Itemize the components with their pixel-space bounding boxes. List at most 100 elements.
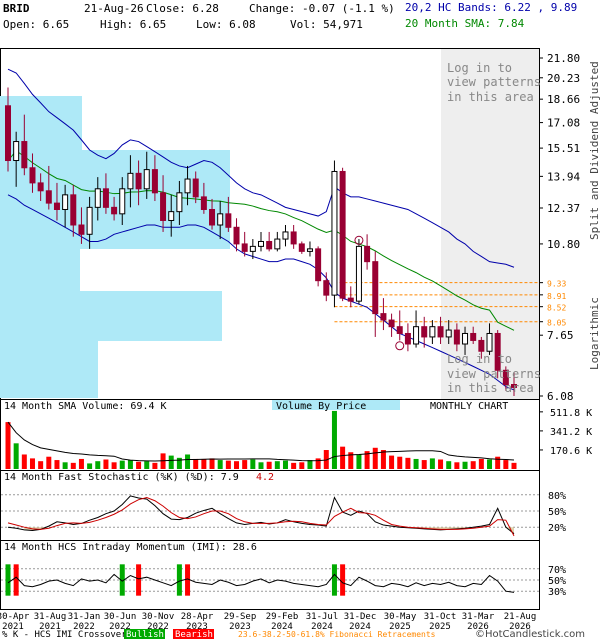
candle-body (470, 332, 477, 341)
candle-body (192, 178, 199, 198)
candle-body (225, 213, 232, 228)
candle-body (86, 206, 93, 235)
volume-bar (225, 460, 231, 469)
volume-bar (168, 455, 174, 469)
volume-bar (111, 462, 117, 469)
login-notice-top-line3: in this area (447, 90, 534, 104)
price-tick-label: 21.80 (547, 52, 580, 65)
oversold-shade (358, 527, 514, 534)
open-label: Open: 6.65 (3, 18, 69, 31)
volume-bar (5, 422, 11, 469)
volume-tick-label: 341.2 K (550, 427, 592, 438)
pattern-marker (395, 341, 405, 351)
volume-bar (429, 458, 435, 469)
volume-bar (119, 460, 125, 469)
vbp-bar (0, 249, 80, 291)
vol-label: Vol: 54,971 (290, 18, 363, 31)
volume-bar (21, 454, 27, 469)
candle-body (421, 326, 428, 338)
volume-tick-label: 511.8 K (550, 408, 592, 419)
symbol-label: BRID (3, 2, 30, 15)
candle-body (274, 238, 281, 250)
volume-bar (13, 443, 19, 469)
volume-bar (299, 462, 305, 469)
volume-sma-label: 14 Month SMA Volume: 69.4 K (4, 401, 167, 412)
fibonacci-label: 23.6-38.2-50-61.8% Fibonacci Retracement… (238, 630, 436, 639)
monthly-chart-label: MONTHLY CHART (430, 401, 508, 412)
volume-bar (454, 462, 460, 469)
volume-bar (438, 459, 444, 469)
vbp-bar (0, 340, 98, 398)
candle-body (135, 172, 142, 190)
candle-body (323, 280, 330, 296)
volume-bar (282, 460, 288, 469)
volume-bar (193, 458, 199, 469)
volume-bar (136, 461, 142, 469)
volume-bar (78, 458, 84, 469)
candle-body (339, 170, 346, 299)
price-tick-label: 6.08 (547, 390, 574, 403)
x-tick-label: 31-Mar (462, 612, 495, 622)
candle-body (453, 329, 460, 345)
volume-bar (389, 455, 395, 469)
candle-body (94, 188, 101, 208)
candle-body (404, 332, 411, 345)
split-adjusted-label: Split and Dividend Adjusted (588, 61, 600, 240)
volume-bar (413, 458, 419, 469)
candle-body (160, 192, 167, 221)
volume-bar (234, 461, 240, 469)
candle-body (290, 231, 297, 245)
price-tick-label: 12.37 (547, 202, 580, 215)
price-tick-label: 8.05 (547, 319, 566, 328)
volume-bar (380, 450, 386, 469)
volume-bar (446, 461, 452, 469)
x-tick-label: 31-Oct (424, 612, 457, 622)
stoch-d-value: 4.2 (256, 472, 274, 483)
candle-body (315, 248, 322, 282)
bearish-badge: Bearish (175, 630, 213, 640)
x-tick-label: 28-Apr (181, 612, 214, 622)
volume-bar (503, 460, 509, 469)
candle-body (29, 167, 36, 184)
x-tick-label: 29-Sep (224, 612, 257, 622)
candle-body (364, 245, 371, 263)
candle-body (355, 245, 362, 302)
candle-body (168, 211, 175, 221)
x-tick-label: 31-Jan (68, 612, 101, 622)
stoch-label: 14 Month Fast Stochastic (%K) (%D): 7.9 (4, 472, 239, 483)
x-tick-label: 30-Nov (142, 612, 175, 622)
volume-bar (201, 459, 207, 469)
volume-bar (87, 463, 93, 469)
login-notice-bottom-line2: view patterns (447, 367, 541, 381)
footer-crossover-label: % K - HCS IMI Crossover, (2, 630, 132, 640)
logarithmic-label: Logarithmic (588, 297, 600, 370)
imi-crossover-bar (340, 564, 346, 596)
candle-body (445, 329, 452, 338)
copyright-label[interactable]: ©HotCandlestick.com (475, 629, 585, 640)
volume-bar (470, 461, 476, 469)
vbp-label: Volume By Price (276, 401, 366, 412)
candle-body (184, 178, 191, 194)
candle-body (151, 169, 158, 194)
volume-bar (144, 461, 150, 469)
imi-label: 14 Month HCS Intraday Momentum (IMI): 28… (4, 542, 257, 553)
imi-crossover-bar (136, 564, 142, 596)
candle-body (13, 141, 20, 162)
change-label: Change: -0.07 (-1.1 %) (249, 2, 395, 15)
login-notice-top-line2: view patterns (447, 75, 541, 89)
candle-body (143, 169, 150, 190)
candle-body (347, 297, 354, 302)
candle-body (78, 224, 85, 235)
volume-bar (258, 462, 264, 469)
candle-body (429, 326, 436, 338)
high-label: High: 6.65 (100, 18, 166, 31)
close-label: Close: 6.28 (146, 2, 219, 15)
candle-body (396, 326, 403, 334)
candle-body (209, 208, 216, 226)
imi-crossover-bar (5, 564, 11, 596)
price-tick-label: 15.51 (547, 142, 580, 155)
x-tick-label: 31-Aug (34, 612, 67, 622)
stoch-tick-label: 20% (548, 523, 566, 534)
candle-body (306, 248, 313, 252)
imi-crossover-bar (331, 564, 337, 596)
